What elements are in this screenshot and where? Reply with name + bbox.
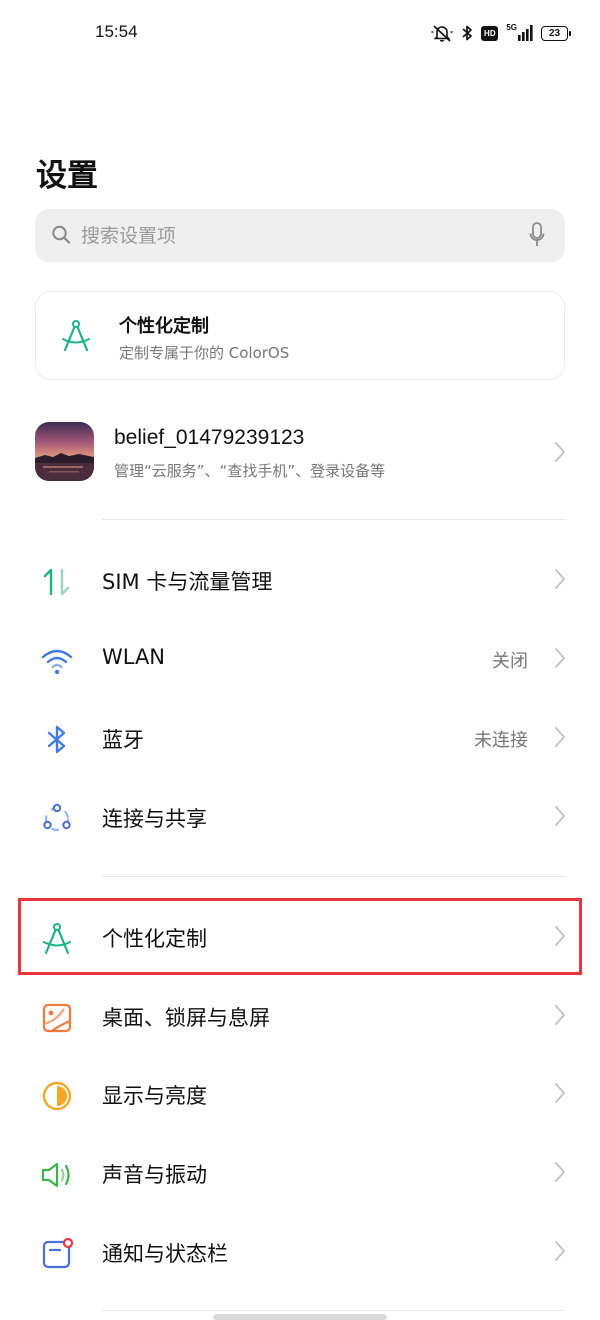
setting-row-sound-vibration[interactable]: 声音与振动 (0, 1137, 600, 1207)
setting-label: 显示与亮度 (102, 1084, 207, 1108)
setting-row-connect-share[interactable]: 连接与共享 (0, 781, 600, 851)
sim-data-icon (40, 565, 74, 599)
search-bar[interactable] (35, 209, 565, 262)
mute-icon (431, 23, 453, 43)
promo-subtitle: 定制专属于你的 ColorOS (119, 344, 290, 362)
chevron-right-icon (553, 1161, 567, 1183)
divider (102, 519, 565, 520)
page-title: 设置 (36, 158, 98, 194)
setting-row-desktop-lockscreen[interactable]: 桌面、锁屏与息屏 (0, 980, 600, 1050)
network-type: 5G (506, 23, 517, 32)
chevron-right-icon (553, 1082, 567, 1104)
setting-label: 声音与振动 (102, 1163, 207, 1187)
bluetooth-icon (461, 23, 473, 43)
divider (102, 1310, 565, 1311)
setting-value: 关闭 (492, 651, 528, 672)
chevron-right-icon (553, 805, 567, 827)
search-input[interactable] (81, 209, 521, 262)
setting-label: 蓝牙 (102, 728, 144, 752)
customize-promo-card[interactable]: 个性化定制 定制专属于你的 ColorOS (35, 291, 565, 380)
search-icon (51, 224, 71, 250)
chevron-right-icon (553, 647, 567, 669)
setting-row-bluetooth[interactable]: 蓝牙 未连接 (0, 702, 600, 772)
setting-row-display-brightness[interactable]: 显示与亮度 (0, 1058, 600, 1128)
status-bar: 15:54 HD 5G 23 (0, 0, 600, 66)
setting-label: WLAN (102, 645, 166, 669)
chevron-right-icon (553, 441, 567, 463)
account-subtitle: 管理“云服务”、“查找手机”、登录设备等 (114, 462, 386, 480)
wallpaper-icon (40, 1001, 74, 1035)
chevron-right-icon (553, 1004, 567, 1026)
status-icons: HD 5G 23 (431, 22, 571, 44)
promo-title: 个性化定制 (119, 316, 209, 337)
battery-icon: 23 (541, 23, 571, 43)
brightness-icon (40, 1079, 74, 1113)
hd-icon: HD (481, 25, 499, 41)
share-connect-icon (40, 802, 74, 836)
setting-row-notification-statusbar[interactable]: 通知与状态栏 (0, 1216, 600, 1286)
chevron-right-icon (553, 726, 567, 748)
compass-icon (61, 319, 91, 357)
setting-label: 连接与共享 (102, 807, 207, 831)
avatar (35, 422, 94, 481)
account-row[interactable]: belief_01479239123 管理“云服务”、“查找手机”、登录设备等 (0, 410, 600, 500)
battery-level: 23 (541, 25, 571, 41)
setting-row-sim[interactable]: SIM 卡与流量管理 (0, 544, 600, 614)
notification-icon (40, 1237, 74, 1271)
speaker-icon (40, 1158, 74, 1192)
setting-value: 未连接 (474, 730, 528, 751)
setting-label: 桌面、锁屏与息屏 (102, 1006, 270, 1030)
setting-label: SIM 卡与流量管理 (102, 570, 273, 594)
wifi-icon (40, 644, 74, 678)
highlight-box (18, 898, 582, 975)
status-time: 15:54 (95, 22, 138, 41)
divider (102, 876, 565, 877)
microphone-icon[interactable] (529, 222, 545, 252)
signal-icon: 5G (506, 23, 533, 43)
chevron-right-icon (553, 568, 567, 590)
home-indicator[interactable] (213, 1314, 387, 1320)
chevron-right-icon (553, 1240, 567, 1262)
setting-label: 通知与状态栏 (102, 1242, 228, 1266)
account-name: belief_01479239123 (114, 426, 305, 449)
setting-row-wlan[interactable]: WLAN 关闭 (0, 623, 600, 693)
bluetooth-icon (40, 723, 74, 757)
